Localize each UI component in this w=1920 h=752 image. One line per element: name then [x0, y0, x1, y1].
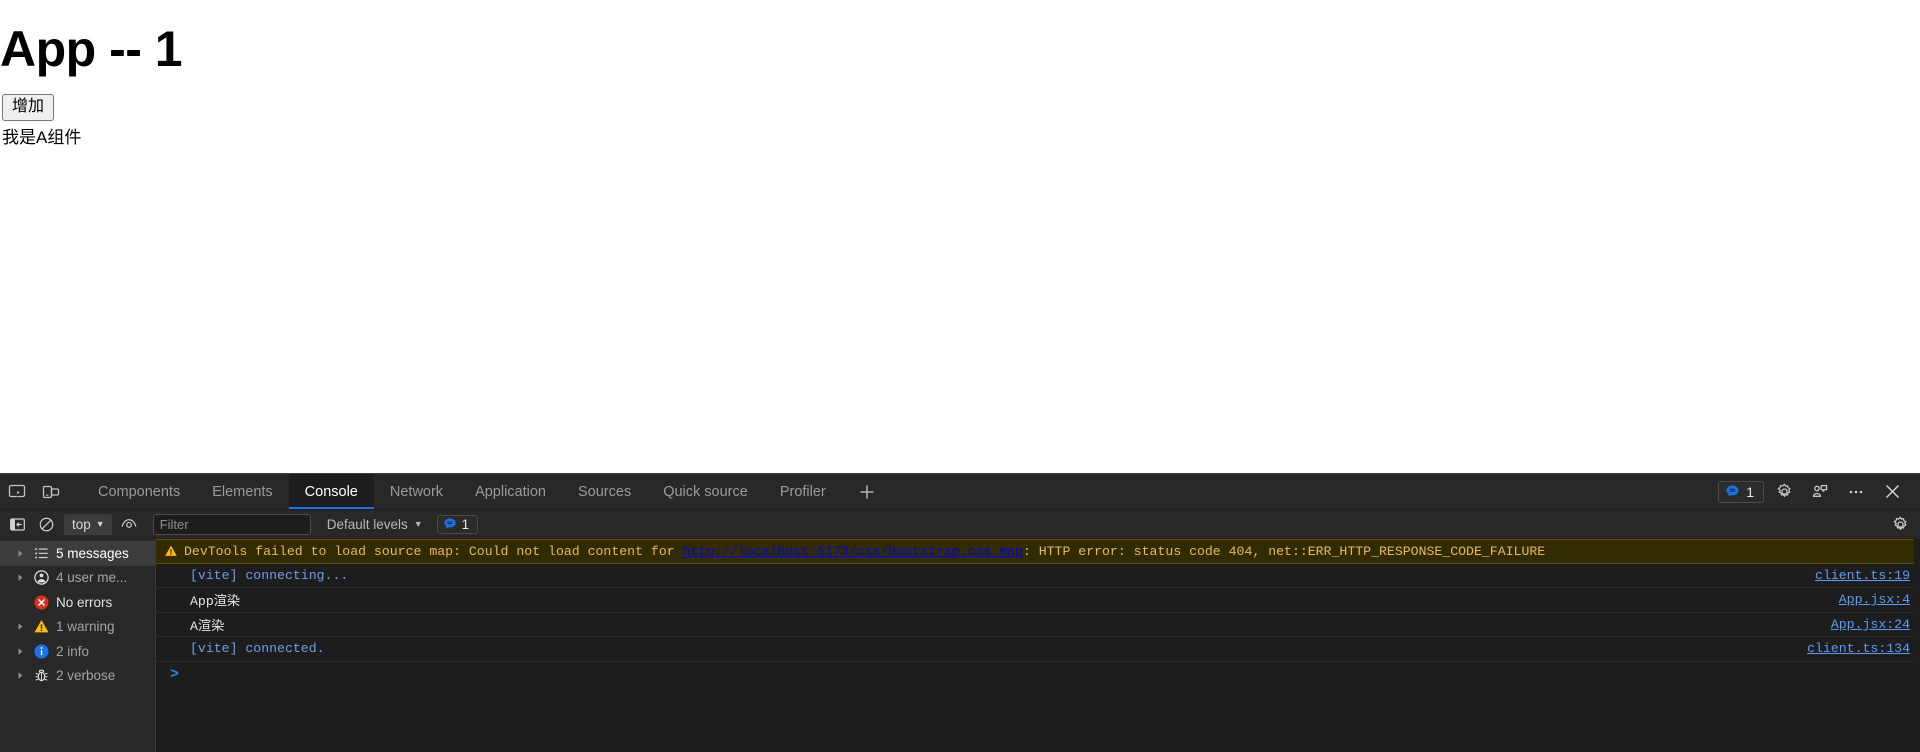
console-message-row[interactable]: [vite] connected. client.ts:134	[156, 637, 1920, 662]
live-expression-icon[interactable]	[116, 512, 143, 537]
sidebar-toggle-icon[interactable]	[4, 512, 31, 537]
component-a-text: 我是A组件	[2, 127, 1920, 149]
devtools-tabbar: Components Elements Console Network Appl…	[0, 474, 1920, 510]
console-message-row[interactable]: A渲染 App.jsx:24	[156, 613, 1920, 638]
devtools-tab-list: Components Elements Console Network Appl…	[82, 474, 884, 509]
chevron-right-icon[interactable]	[14, 671, 26, 680]
sidebar-item-errors[interactable]: No errors	[0, 590, 155, 615]
devtools-panel: Components Elements Console Network Appl…	[0, 473, 1920, 752]
tab-network[interactable]: Network	[374, 474, 459, 509]
message-source-link[interactable]: client.ts:19	[1815, 568, 1910, 583]
message-text: A渲染	[166, 615, 224, 634]
console-issues-count: 1	[462, 517, 470, 532]
web-page-viewport: App -- 1 增加 我是A组件	[0, 0, 1920, 473]
console-sidebar: 5 messages 4 user me...	[0, 539, 156, 752]
sidebar-item-label: 5 messages	[56, 546, 129, 561]
device-toolbar-icon[interactable]	[34, 474, 68, 509]
gear-icon[interactable]	[1768, 478, 1800, 506]
sidebar-item-label: 1 warning	[56, 619, 115, 634]
chevron-right-icon[interactable]	[14, 549, 26, 558]
more-options-icon[interactable]	[1840, 478, 1872, 506]
error-icon	[31, 594, 51, 611]
console-toolbar: top ▼ Default levels ▼ 1	[0, 510, 1920, 539]
console-warning-row[interactable]: DevTools failed to load source map: Coul…	[156, 539, 1920, 564]
console-message-row[interactable]: App渲染 App.jsx:4	[156, 588, 1920, 613]
sidebar-item-messages[interactable]: 5 messages	[0, 541, 155, 566]
tab-components[interactable]: Components	[82, 474, 196, 509]
sidebar-item-user-messages[interactable]: 4 user me...	[0, 566, 155, 591]
console-issues-badge[interactable]: 1	[437, 515, 479, 534]
chevron-right-icon[interactable]	[14, 573, 26, 582]
sidebar-item-warnings[interactable]: 1 warning	[0, 615, 155, 640]
warning-message-suffix: : HTTP error: status code 404, net::ERR_…	[1023, 544, 1545, 559]
clear-console-icon[interactable]	[33, 512, 60, 537]
message-source-link[interactable]: client.ts:134	[1807, 641, 1910, 656]
inspect-element-icon[interactable]	[0, 474, 34, 509]
chevron-down-icon: ▼	[96, 519, 105, 529]
warning-source-map-link[interactable]: http://localhost:5173/css/bootstrap.css.…	[683, 544, 1023, 559]
bug-icon	[31, 667, 51, 684]
page-title: App -- 1	[0, 23, 1920, 76]
devices-icon[interactable]	[1804, 478, 1836, 506]
sidebar-item-verbose[interactable]: 2 verbose	[0, 664, 155, 689]
close-icon[interactable]	[1876, 478, 1908, 506]
tab-profiler[interactable]: Profiler	[764, 474, 842, 509]
chevron-right-icon[interactable]	[14, 647, 26, 656]
issues-badge[interactable]: 1	[1718, 481, 1764, 503]
tab-quick-source[interactable]: Quick source	[647, 474, 764, 509]
message-text: App渲染	[166, 590, 240, 609]
console-body: 5 messages 4 user me...	[0, 539, 1920, 752]
issues-count: 1	[1746, 484, 1754, 500]
list-icon	[31, 546, 51, 561]
filter-input[interactable]	[153, 514, 311, 535]
console-prompt-row[interactable]: >	[156, 662, 1920, 688]
console-message-row[interactable]: [vite] connecting... client.ts:19	[156, 564, 1920, 589]
message-source-link[interactable]: App.jsx:4	[1839, 592, 1910, 607]
warning-icon	[31, 618, 51, 635]
log-levels-selector[interactable]: Default levels ▼	[327, 517, 423, 532]
message-text: [vite] connected.	[166, 641, 325, 656]
message-source-link[interactable]: App.jsx:24	[1831, 617, 1910, 632]
execution-context-selector[interactable]: top ▼	[64, 514, 112, 535]
user-message-icon	[31, 569, 51, 586]
sidebar-item-label: 2 verbose	[56, 668, 115, 683]
issue-message-icon	[1725, 484, 1740, 499]
chevron-down-icon: ▼	[414, 519, 423, 529]
add-button[interactable]: 增加	[2, 94, 54, 121]
tab-console[interactable]: Console	[289, 474, 374, 509]
info-icon	[31, 643, 51, 660]
sidebar-item-label: 4 user me...	[56, 570, 127, 585]
plus-icon[interactable]	[850, 474, 884, 509]
warning-message-prefix: DevTools failed to load source map: Coul…	[184, 544, 683, 559]
warning-icon	[164, 544, 178, 558]
console-scrollbar[interactable]	[1914, 539, 1920, 752]
console-message-list[interactable]: DevTools failed to load source map: Coul…	[156, 539, 1920, 752]
sidebar-item-label: No errors	[56, 595, 112, 610]
chevron-right-icon[interactable]	[14, 622, 26, 631]
message-text: [vite] connecting...	[166, 568, 348, 583]
issue-message-icon	[443, 517, 457, 531]
tab-sources[interactable]: Sources	[562, 474, 647, 509]
context-label: top	[72, 517, 91, 532]
tab-application[interactable]: Application	[459, 474, 562, 509]
log-levels-label: Default levels	[327, 517, 408, 532]
devtools-tabbar-actions: 1	[1718, 474, 1920, 509]
prompt-caret-icon: >	[170, 666, 179, 683]
tab-elements[interactable]: Elements	[196, 474, 288, 509]
console-settings-icon[interactable]	[1886, 512, 1914, 537]
sidebar-item-info[interactable]: 2 info	[0, 639, 155, 664]
sidebar-item-label: 2 info	[56, 644, 89, 659]
